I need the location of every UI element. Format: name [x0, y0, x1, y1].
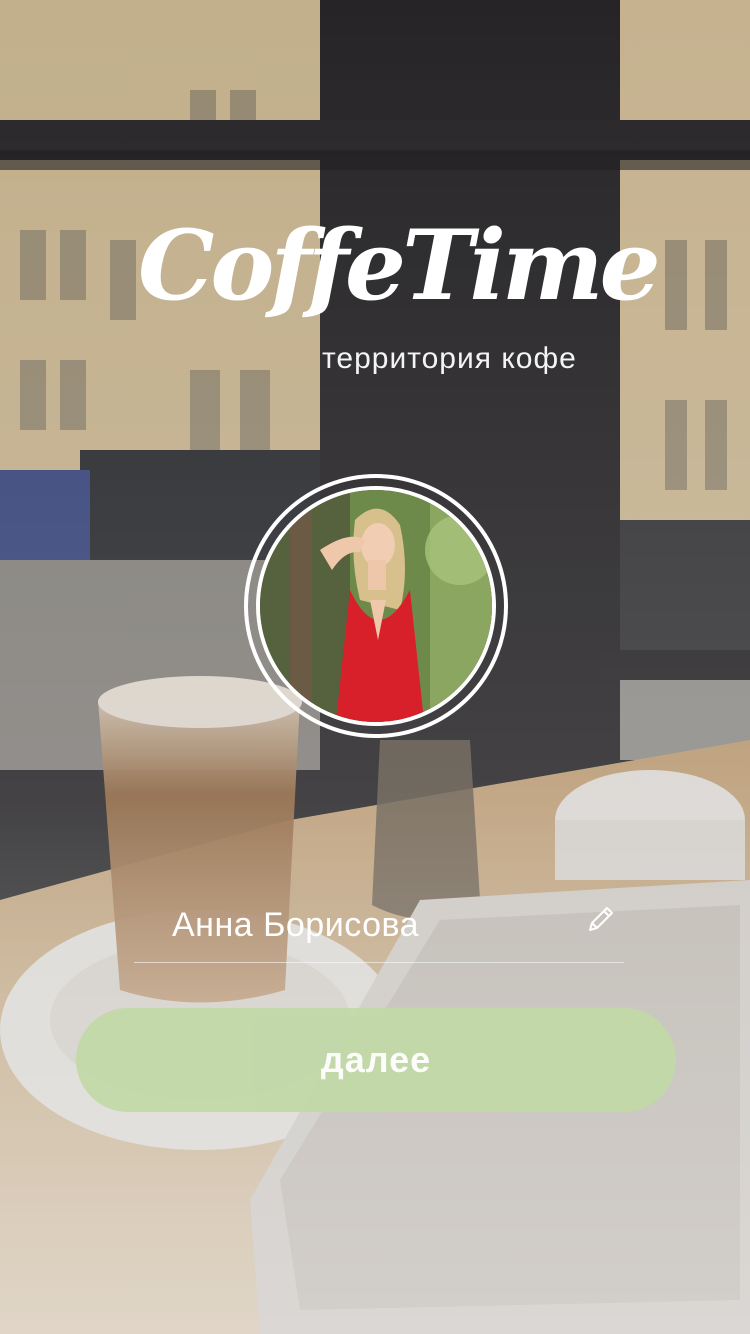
app-logo: CoffeTime территория кофе: [0, 210, 750, 390]
app-subtitle: территория кофе: [322, 342, 577, 375]
login-screen: CoffeTime территория кофе Анна Борисова: [0, 0, 750, 1334]
avatar-photo: [260, 490, 492, 722]
name-field[interactable]: Анна Борисова: [134, 890, 624, 963]
app-title: CoffeTime: [138, 209, 661, 322]
name-value[interactable]: Анна Борисова: [172, 906, 419, 945]
next-button-label: далее: [320, 1039, 432, 1080]
next-button[interactable]: далее: [76, 1008, 676, 1112]
pencil-icon[interactable]: [582, 902, 618, 938]
avatar[interactable]: [256, 486, 496, 726]
